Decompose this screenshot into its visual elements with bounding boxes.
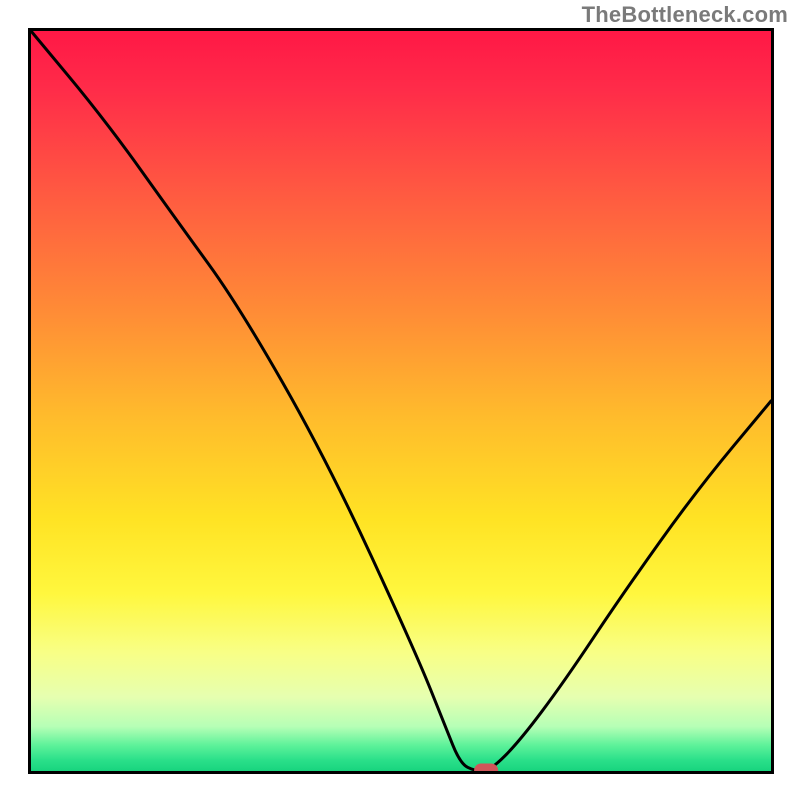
bottleneck-chart <box>28 28 774 774</box>
plot-background <box>31 31 771 771</box>
chart-container: TheBottleneck.com <box>0 0 800 800</box>
watermark-text: TheBottleneck.com <box>582 2 788 28</box>
